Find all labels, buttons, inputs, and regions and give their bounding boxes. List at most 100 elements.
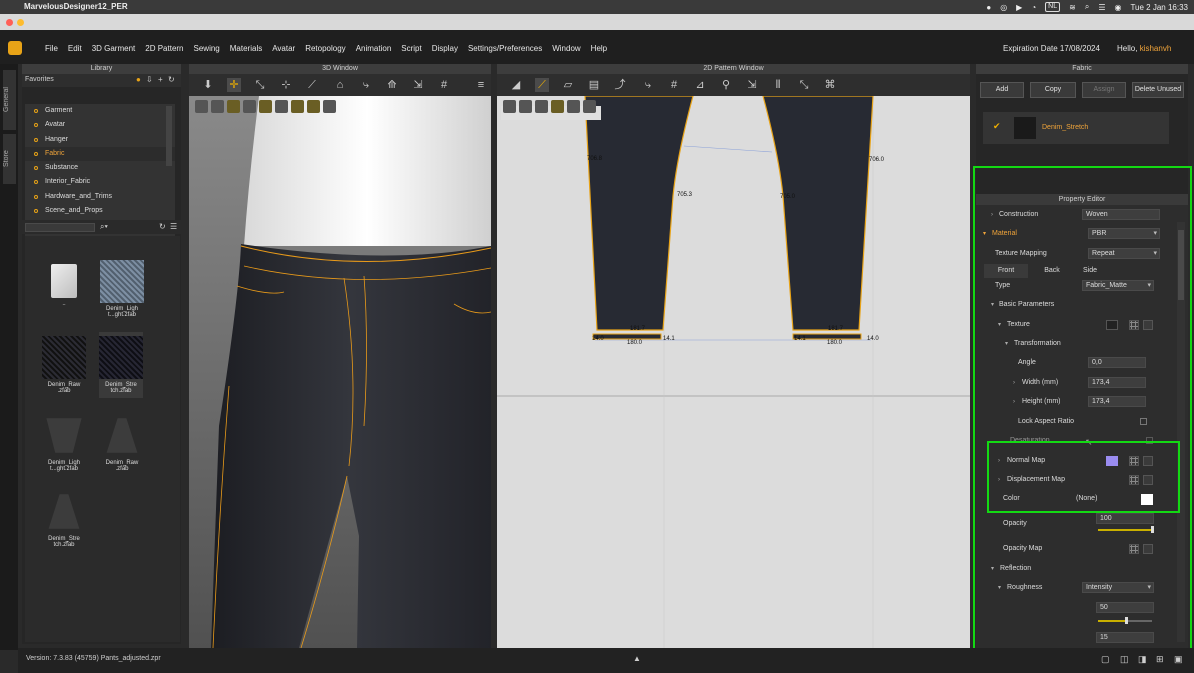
show-sewing-icon[interactable] — [275, 100, 288, 113]
search-icon[interactable]: ⌕ — [1085, 2, 1089, 12]
edit-pattern-icon[interactable]: ⟋ — [535, 78, 549, 92]
menu-3d-garment[interactable]: 3D Garment — [92, 44, 136, 53]
trace-icon[interactable]: ⇲ — [745, 78, 759, 92]
stitch-icon[interactable]: ⫴ — [771, 78, 785, 92]
tree-item-interior-fabric[interactable]: Interior_Fabric — [25, 175, 175, 189]
play-icon[interactable]: ▶ — [1016, 3, 1022, 12]
dart-icon[interactable]: ⤷ — [641, 78, 655, 92]
menu-avatar[interactable]: Avatar — [272, 44, 295, 53]
layout-icon-5[interactable]: ▣ — [1174, 654, 1183, 665]
tree-item-avatar[interactable]: Avatar — [25, 118, 175, 132]
search-icon[interactable]: ⌕▾ — [100, 222, 108, 232]
more-icon[interactable]: ≡ — [474, 78, 488, 92]
download-icon[interactable]: ⇩ — [146, 75, 153, 84]
tree-item-substance[interactable]: Substance — [25, 161, 175, 175]
thumb-denim-raw-2[interactable]: Denim_Raw .zfab — [100, 414, 144, 472]
wifi-icon[interactable]: ≋ — [1069, 3, 1076, 12]
menu-script[interactable]: Script — [401, 44, 421, 53]
siri-icon[interactable]: ◉ — [1114, 3, 1121, 12]
show-notches-icon[interactable] — [567, 100, 580, 113]
layout-icon-4[interactable]: ⊞ — [1156, 654, 1164, 665]
grid-pattern-icon[interactable]: # — [667, 78, 681, 92]
input-language[interactable]: NL — [1045, 2, 1061, 12]
username[interactable]: kishanvh — [1140, 44, 1172, 53]
export-icon[interactable] — [323, 100, 336, 113]
thumb-denim-raw-1[interactable]: Denim_Raw .zfab — [42, 336, 86, 394]
pin-icon[interactable]: ⤷ — [359, 78, 373, 92]
fold-pattern-icon[interactable]: ⊿ — [693, 78, 707, 92]
thumb-denim-light-2[interactable]: Denim_Ligh t...ght.zfab — [42, 414, 86, 472]
polygon-icon[interactable]: ▱ — [561, 78, 575, 92]
app-name[interactable]: MarvelousDesigner12_PER — [24, 2, 128, 11]
close-window-icon[interactable] — [6, 19, 13, 26]
menu-file[interactable]: File — [45, 44, 58, 53]
layout-icon-2[interactable]: ◫ — [1120, 654, 1129, 665]
add-fabric-button[interactable]: Add — [980, 82, 1024, 98]
favorites-label[interactable]: Favorites — [25, 76, 54, 83]
favorite-star-icon[interactable]: ● — [136, 75, 141, 84]
menu-sewing[interactable]: Sewing — [194, 44, 220, 53]
thumb-folder-up[interactable]: .. — [42, 260, 86, 307]
segment-sewing-icon[interactable]: ⤡ — [797, 78, 811, 92]
tab-general[interactable]: General — [3, 70, 16, 130]
clock-text[interactable]: Tue 2 Jan 16:33 — [1130, 3, 1188, 12]
viewport-3d[interactable] — [189, 96, 491, 648]
arrange-icon[interactable]: ⇲ — [411, 78, 425, 92]
menu-2d-pattern[interactable]: 2D Pattern — [145, 44, 183, 53]
library-search-input[interactable] — [25, 223, 95, 232]
minimize-window-icon[interactable] — [17, 19, 24, 26]
shirt-icon[interactable]: ⌘ — [823, 78, 837, 92]
layout-icon-3[interactable]: ◨ — [1138, 654, 1147, 665]
fold-icon[interactable]: ⟋ — [305, 78, 319, 92]
show-fabric-icon[interactable] — [307, 100, 320, 113]
refresh-icon[interactable]: ↻ — [168, 75, 175, 84]
copy-fabric-button[interactable]: Copy — [1030, 82, 1076, 98]
tree-item-hardware[interactable]: Hardware_and_Trims — [25, 190, 175, 204]
show-stress-icon[interactable] — [259, 100, 272, 113]
select-move-icon[interactable]: ⤡ — [253, 78, 267, 92]
menu-display[interactable]: Display — [432, 44, 458, 53]
transform-icon[interactable]: ⊹ — [279, 78, 293, 92]
list-view-icon[interactable]: ☰ — [170, 222, 177, 231]
thumb-denim-stretch-1[interactable]: Denim_Stre tch.zfab — [99, 332, 143, 398]
show-avatar-icon[interactable] — [195, 100, 208, 113]
transform-pattern-icon[interactable]: ◢ — [509, 78, 523, 92]
show-grid-icon[interactable] — [519, 100, 532, 113]
show-avatar-texture-icon[interactable] — [291, 100, 304, 113]
tack-icon[interactable]: ⟰ — [385, 78, 399, 92]
pattern-canvas[interactable]: 706.8 705.3 705.0 706.0 181.7 180.0 14.0… — [497, 95, 970, 648]
menu-retopology[interactable]: Retopology — [305, 44, 345, 53]
show-lengths-icon[interactable] — [551, 100, 564, 113]
tree-item-scene-props[interactable]: Scene_and_Props — [25, 204, 175, 218]
tree-item-garment[interactable]: Garment — [25, 104, 175, 118]
tree-scrollbar[interactable] — [166, 106, 172, 166]
control-center-icon[interactable]: ☰ — [1098, 3, 1105, 12]
show-sewing-lines-icon[interactable] — [503, 100, 516, 113]
select-mesh-icon[interactable]: ⬇ — [201, 78, 215, 92]
cloud-icon[interactable]: ◎ — [1000, 3, 1007, 12]
menu-animation[interactable]: Animation — [356, 44, 392, 53]
menu-edit[interactable]: Edit — [68, 44, 82, 53]
thumb-denim-stretch-2[interactable]: Denim_Stre tch.zfab — [42, 490, 86, 548]
show-texture-2d-icon[interactable] — [535, 100, 548, 113]
fabric-list-item[interactable]: ✔ Denim_Stretch — [983, 112, 1169, 144]
tree-item-hanger[interactable]: Hanger — [25, 133, 175, 147]
move-tool-icon[interactable]: ✛ — [227, 78, 241, 92]
show-pins-icon[interactable] — [243, 100, 256, 113]
menu-materials[interactable]: Materials — [230, 44, 262, 53]
record-icon[interactable]: ● — [986, 3, 991, 12]
delete-unused-button[interactable]: Delete Unused — [1132, 82, 1184, 98]
garment-icon[interactable]: ⌂ — [333, 78, 347, 92]
tree-item-fabric[interactable]: Fabric — [25, 146, 175, 162]
menu-settings[interactable]: Settings/Preferences — [468, 44, 542, 53]
show-garment-icon[interactable] — [211, 100, 224, 113]
refresh-icon[interactable]: ↻ — [159, 222, 166, 231]
user-greeting[interactable]: Hello, kishanvh — [1117, 44, 1171, 53]
layout-icon-1[interactable]: ▢ — [1101, 654, 1110, 665]
thumb-denim-light-1[interactable]: Denim_Ligh t...ght.zfab — [100, 260, 144, 318]
menu-window[interactable]: Window — [552, 44, 580, 53]
expand-up-icon[interactable]: ▲ — [633, 654, 641, 663]
tack-pattern-icon[interactable]: ⚲ — [719, 78, 733, 92]
assign-fabric-button[interactable]: Assign — [1082, 82, 1126, 98]
show-texture-icon[interactable] — [227, 100, 240, 113]
